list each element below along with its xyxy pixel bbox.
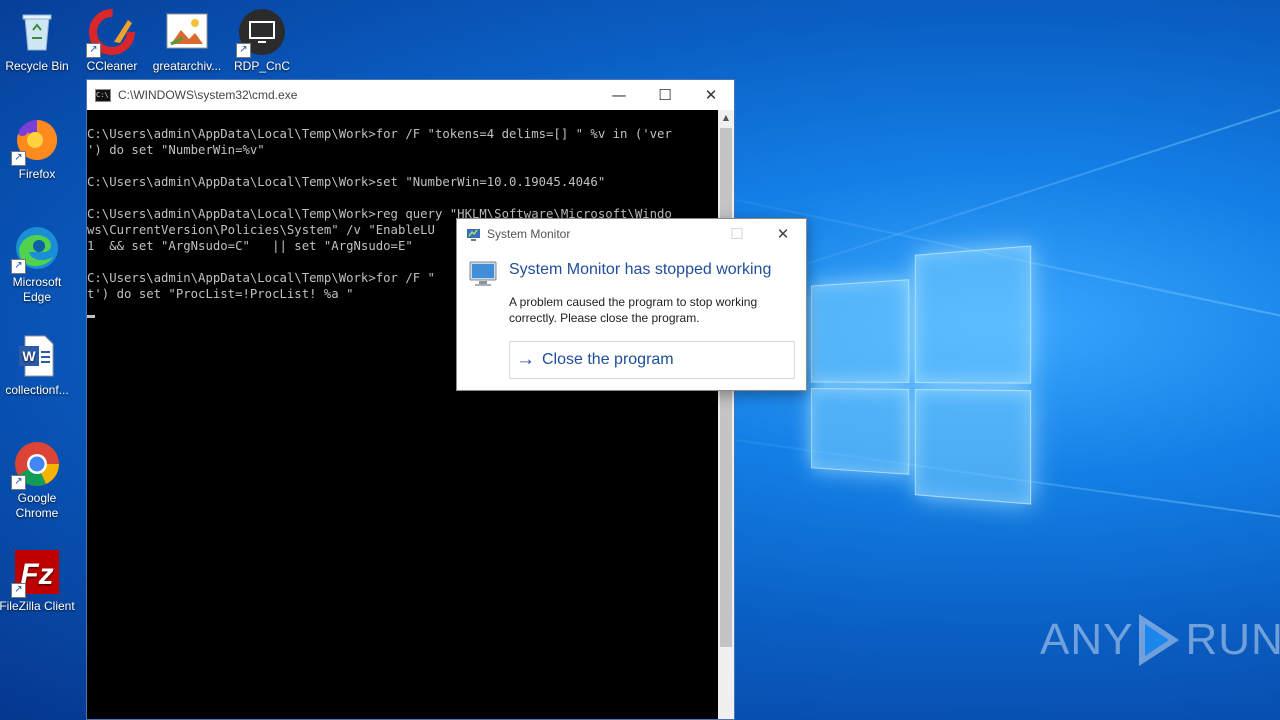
dialog-title: System Monitor (487, 227, 571, 241)
desktop-icon-label: FileZilla Client (0, 599, 75, 613)
desktop-icon-label: Recycle Bin (5, 59, 69, 73)
play-icon (1139, 614, 1180, 666)
ccleaner-icon: ↗ (86, 8, 136, 58)
cmd-window[interactable]: C:\ C:\WINDOWS\system32\cmd.exe — ☐ ✕ C:… (86, 79, 735, 720)
shortcut-arrow-icon: ↗ (11, 475, 26, 490)
maximize-button: ☐ (730, 226, 744, 243)
desktop-icon-collection-document[interactable]: W collectionf... (0, 332, 75, 398)
shortcut-arrow-icon: ↗ (11, 259, 26, 274)
error-dialog[interactable]: System Monitor ☐ ✕ System Monitor has st… (456, 218, 807, 391)
console-line: C:\Users\admin\AppData\Local\Temp\Work>s… (87, 175, 606, 189)
anyrun-watermark: ANY RUN (1040, 610, 1280, 670)
dialog-title-bar[interactable]: System Monitor ☐ ✕ (457, 219, 806, 249)
logo-pane (914, 245, 1032, 384)
watermark-text: ANY (1040, 615, 1134, 664)
watermark-text: RUN (1185, 615, 1280, 664)
desktop-icon-greatarchive[interactable]: greatarchiv... (149, 8, 225, 74)
desktop-icon-label: RDP_CnC (233, 59, 290, 73)
close-button[interactable]: ✕ (688, 80, 734, 110)
arrow-right-icon: → (516, 349, 535, 370)
shortcut-arrow-icon: ↗ (11, 151, 26, 166)
console-line: ') do set "NumberWin=%v" (87, 143, 265, 157)
svg-text:W: W (22, 348, 36, 364)
desktop-icon-label: greatarchiv... (152, 59, 222, 73)
cmd-window-title: C:\WINDOWS\system32\cmd.exe (118, 88, 298, 102)
minimize-button[interactable]: — (596, 80, 642, 110)
monitor-icon (469, 261, 497, 287)
chrome-icon: ↗ (11, 440, 61, 490)
windows-logo (811, 245, 1032, 505)
firefox-icon: ↗ (11, 116, 61, 166)
image-file-icon (163, 8, 211, 56)
cmd-app-icon: C:\ (95, 88, 111, 102)
edge-icon: ↗ (11, 224, 61, 274)
desktop-icon-label: Microsoft Edge (12, 275, 62, 304)
text-cursor (87, 315, 95, 318)
logo-pane (914, 389, 1032, 505)
console-output[interactable]: C:\Users\admin\AppData\Local\Temp\Work>f… (87, 110, 719, 719)
rdp-icon: ↗ (236, 8, 286, 58)
desktop-icon-firefox[interactable]: ↗ Firefox (0, 116, 75, 182)
desktop-icon-label: Google Chrome (15, 491, 59, 520)
dialog-message: A problem caused the program to stop wor… (509, 295, 758, 325)
desktop-icon-rdp-cnc[interactable]: ↗ RDP_CnC (224, 8, 300, 74)
desktop-icon-recycle-bin[interactable]: Recycle Bin (0, 8, 75, 74)
logo-pane (811, 388, 910, 475)
word-document-icon: W (13, 332, 61, 380)
desktop-icon-edge[interactable]: ↗ Microsoft Edge (0, 224, 75, 305)
shortcut-arrow-icon: ↗ (86, 43, 101, 58)
desktop-icon-label: CCleaner (86, 59, 138, 73)
recycle-bin-icon (13, 8, 61, 56)
console-line: C:\Users\admin\AppData\Local\Temp\Work>f… (87, 127, 672, 141)
shortcut-arrow-icon: ↗ (11, 583, 26, 598)
scroll-up-icon[interactable]: ▲ (718, 110, 734, 126)
logo-pane (811, 279, 910, 383)
desktop-icon-filezilla[interactable]: Fz ↗ FileZilla Client (0, 548, 75, 614)
cmd-title-bar[interactable]: C:\ C:\WINDOWS\system32\cmd.exe — ☐ ✕ (87, 80, 734, 110)
close-button[interactable]: ✕ (760, 219, 806, 249)
desktop-icon-chrome[interactable]: ↗ Google Chrome (0, 440, 75, 521)
maximize-button[interactable]: ☐ (642, 80, 688, 110)
close-program-button[interactable]: → Close the program (509, 341, 795, 379)
desktop-icon-label: Firefox (18, 167, 56, 181)
filezilla-icon: Fz ↗ (11, 548, 61, 598)
shortcut-arrow-icon: ↗ (236, 43, 251, 58)
vertical-scrollbar[interactable]: ▲ (718, 110, 734, 719)
system-monitor-app-icon (466, 227, 481, 242)
close-program-label: Close the program (542, 351, 674, 368)
dialog-heading: System Monitor has stopped working (509, 261, 772, 278)
desktop-icon-label: collectionf... (5, 383, 69, 397)
desktop-icon-ccleaner[interactable]: ↗ CCleaner (74, 8, 150, 74)
